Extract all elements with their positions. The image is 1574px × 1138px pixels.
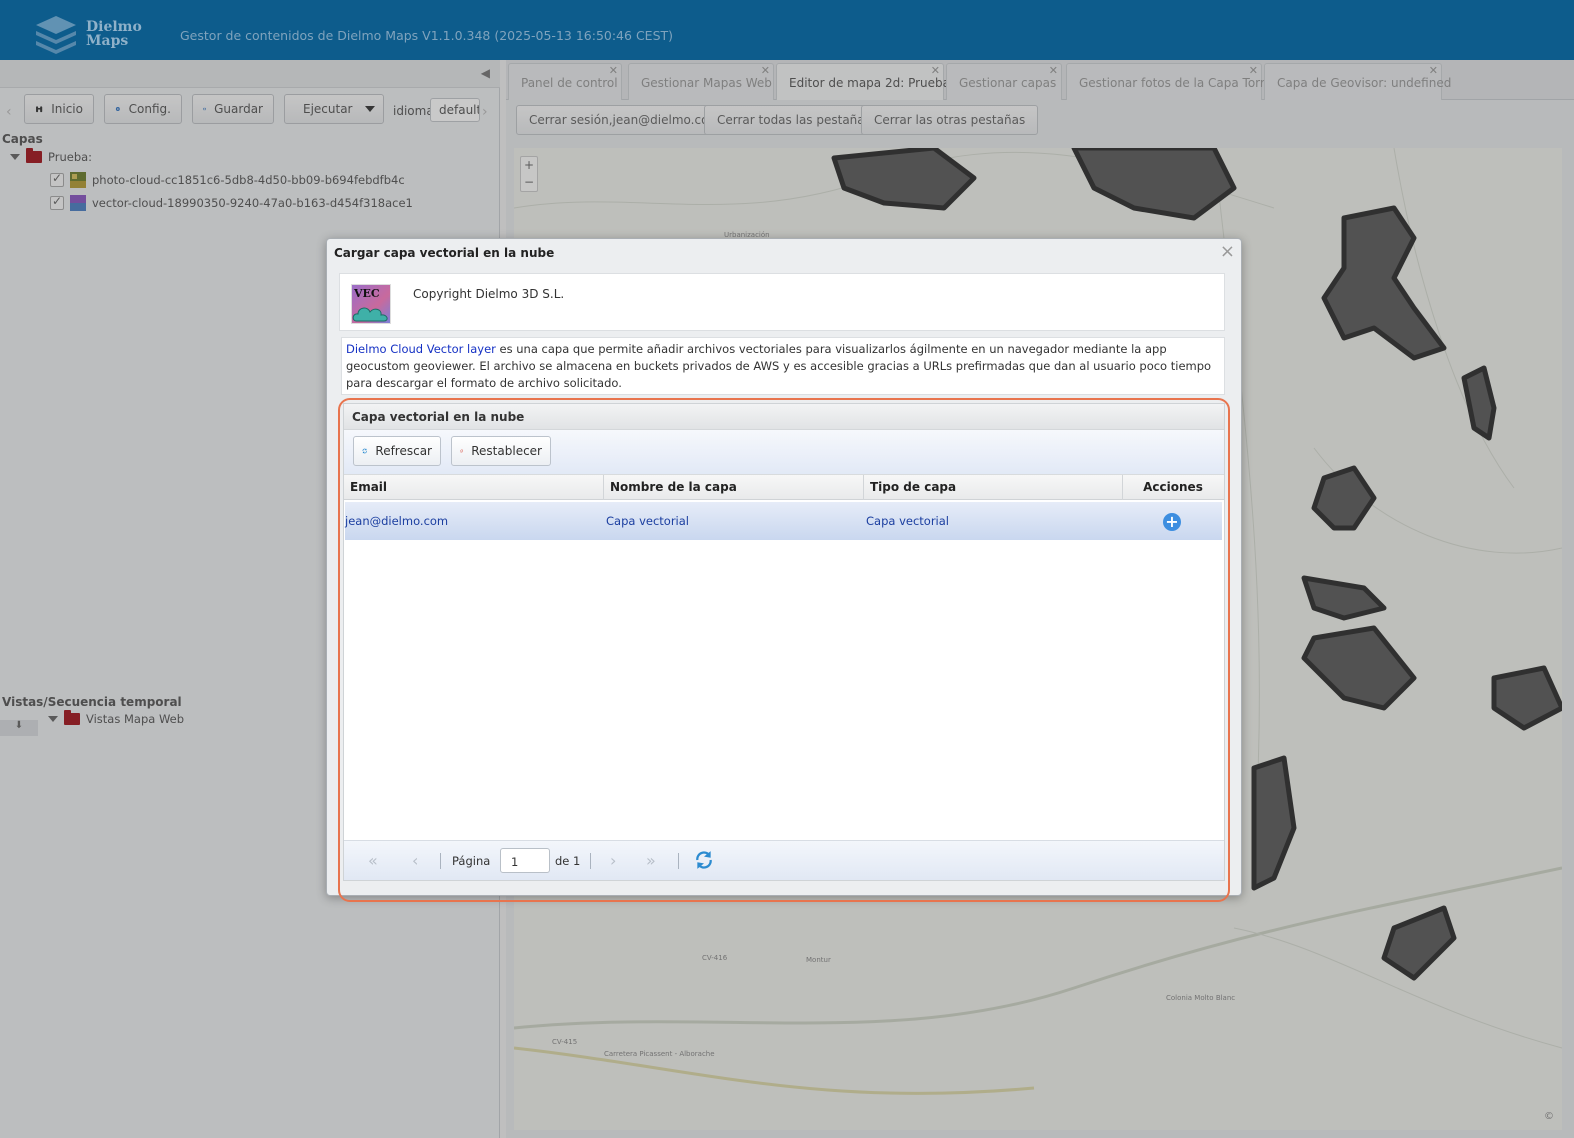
add-icon[interactable]: + <box>1163 513 1181 531</box>
cell-tipo: Capa vectorial <box>866 514 949 528</box>
dialog-title: Cargar capa vectorial en la nube <box>334 246 555 260</box>
prev-page-icon[interactable]: ‹ <box>412 851 418 870</box>
logo-text: Dielmo Maps <box>86 19 142 49</box>
column-email[interactable]: Email <box>344 475 604 500</box>
reset-button[interactable]: Restablecer <box>451 436 551 466</box>
next-page-icon[interactable]: › <box>610 851 616 870</box>
vector-layer-grid: Capa vectorial en la nube Refrescar Rest… <box>343 403 1225 881</box>
plugin-info: VEC Copyright Dielmo 3D S.L. <box>339 273 1225 331</box>
plugin-description: Dielmo Cloud Vector layer es una capa qu… <box>341 337 1225 395</box>
table-row[interactable]: jean@dielmo.com Capa vectorial Capa vect… <box>345 502 1222 540</box>
refresh-icon[interactable] <box>694 850 714 870</box>
column-nombre[interactable]: Nombre de la capa <box>604 475 864 500</box>
grid-title: Capa vectorial en la nube <box>344 404 1224 430</box>
cell-nombre: Capa vectorial <box>606 514 689 528</box>
app-header: Dielmo Maps Gestor de contenidos de Diel… <box>0 0 1574 60</box>
refresh-button[interactable]: Refrescar <box>353 436 441 466</box>
upload-vector-layer-dialog: Cargar capa vectorial en la nube × VEC C… <box>326 238 1242 896</box>
pager-divider <box>440 853 441 869</box>
pager-divider <box>678 853 679 869</box>
page-number-input[interactable]: 1 <box>500 848 550 873</box>
close-icon[interactable]: × <box>1220 241 1235 262</box>
grid-toolbar: Refrescar Restablecer <box>344 430 1224 474</box>
column-tipo[interactable]: Tipo de capa <box>864 475 1123 500</box>
vec-cloud-logo-icon: VEC <box>351 284 391 324</box>
column-acciones[interactable]: Acciones <box>1123 475 1223 500</box>
reset-icon <box>460 449 463 453</box>
page-total-label: de 1 <box>555 854 581 868</box>
plugin-link[interactable]: Dielmo Cloud Vector layer <box>346 342 496 356</box>
last-page-icon[interactable]: » <box>646 851 656 870</box>
app-title: Gestor de contenidos de Dielmo Maps V1.1… <box>180 28 674 43</box>
cloud-icon <box>352 307 388 322</box>
grid-column-headers: Email Nombre de la capa Tipo de capa Acc… <box>344 474 1224 500</box>
grid-pager: « ‹ Página 1 de 1 › » <box>344 840 1224 880</box>
pager-divider <box>590 853 591 869</box>
page-label: Página <box>452 854 491 868</box>
copyright-text: Copyright Dielmo 3D S.L. <box>413 287 565 301</box>
cell-email: jean@dielmo.com <box>345 514 449 528</box>
refresh-icon <box>362 448 367 454</box>
first-page-icon[interactable]: « <box>368 851 378 870</box>
